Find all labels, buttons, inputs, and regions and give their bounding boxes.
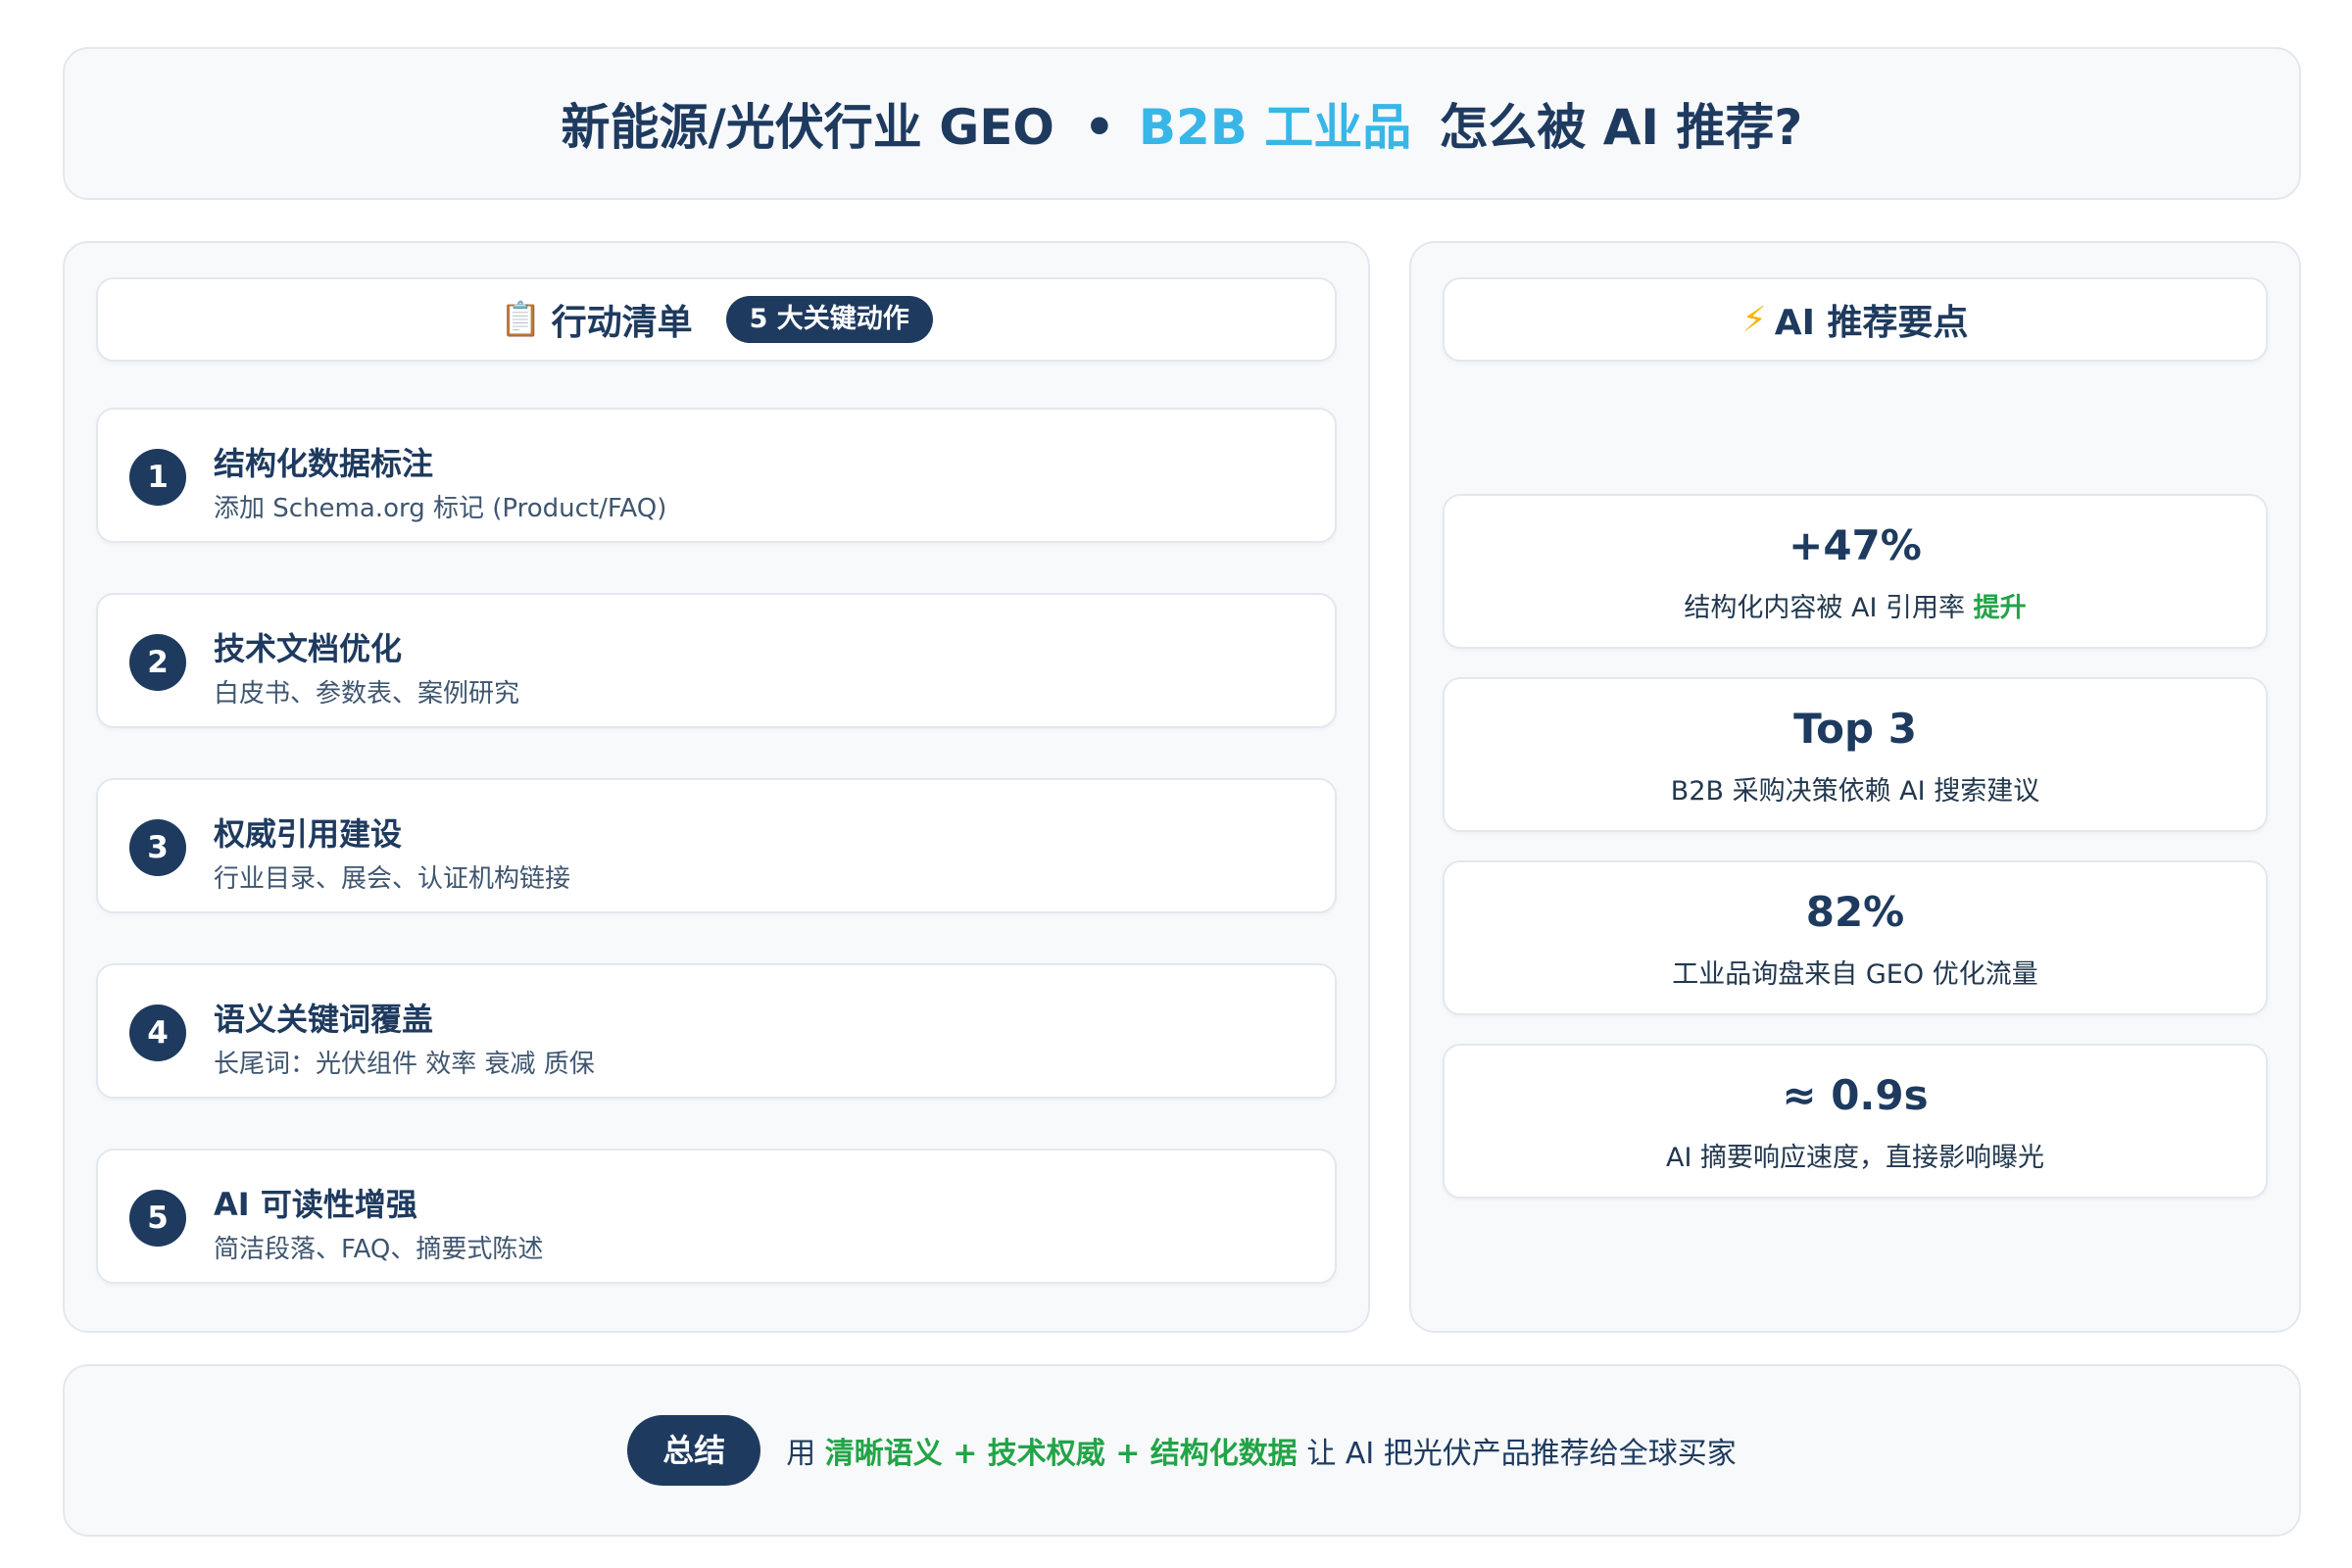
item-title: 权威引用建设 bbox=[214, 815, 403, 853]
checklist-title: 行动清单 bbox=[551, 303, 693, 343]
checklist-item: 3 权威引用建设 行业目录、展会、认证机构链接 bbox=[96, 778, 1337, 913]
step-number: 4 bbox=[129, 1004, 186, 1061]
summary-banner: 总结 用 清晰语义 + 技术权威 + 结构化数据 让 AI 把光伏产品推荐给全球… bbox=[63, 1364, 2301, 1537]
summary-label: 总结 bbox=[627, 1415, 761, 1486]
checklist-item: 5 AI 可读性增强 简洁段落、FAQ、摘要式陈述 bbox=[96, 1149, 1337, 1284]
item-title: AI 可读性增强 bbox=[214, 1186, 417, 1223]
stat-card: Top 3 B2B 采购决策依赖 AI 搜索建议 bbox=[1443, 677, 2268, 832]
stat-value: +47% bbox=[1788, 521, 1922, 569]
stat-card: 82% 工业品询盘来自 GEO 优化流量 bbox=[1443, 860, 2268, 1015]
step-number: 3 bbox=[129, 819, 186, 876]
checklist-item: 1 结构化数据标注 添加 Schema.org 标记 (Product/FAQ) bbox=[96, 408, 1337, 543]
item-desc: 简洁段落、FAQ、摘要式陈述 bbox=[214, 1235, 544, 1264]
item-desc: 添加 Schema.org 标记 (Product/FAQ) bbox=[214, 494, 667, 523]
stat-desc: B2B 采购决策依赖 AI 搜索建议 bbox=[1670, 776, 2040, 807]
stat-value: 82% bbox=[1805, 888, 1905, 936]
summary-suffix: 让 AI 把光伏产品推荐给全球买家 bbox=[1306, 1437, 1737, 1471]
item-title: 语义关键词覆盖 bbox=[214, 1001, 434, 1038]
stat-card: ≈ 0.9s AI 摘要响应速度，直接影响曝光 bbox=[1443, 1044, 2268, 1199]
stat-value: Top 3 bbox=[1793, 705, 1917, 753]
stat-desc: 工业品询盘来自 GEO 优化流量 bbox=[1672, 959, 2038, 990]
title-part2: 怎么被 AI 推荐? bbox=[1439, 99, 1803, 156]
title-part1: 新能源/光伏行业 GEO bbox=[561, 99, 1054, 156]
checklist-badge: 5 大关键动作 bbox=[725, 296, 933, 343]
step-number: 5 bbox=[129, 1190, 186, 1247]
stat-desc: AI 摘要响应速度，直接影响曝光 bbox=[1665, 1143, 2044, 1173]
item-desc: 白皮书、参数表、案例研究 bbox=[214, 679, 520, 709]
checklist-item: 2 技术文档优化 白皮书、参数表、案例研究 bbox=[96, 593, 1337, 728]
title-accent: B2B 工业品 bbox=[1138, 99, 1412, 156]
stat-desc-highlight: 提升 bbox=[1973, 593, 2027, 623]
highlights-title: AI 推荐要点 bbox=[1774, 303, 1969, 343]
highlights-header: ⚡ AI 推荐要点 bbox=[1443, 277, 2268, 362]
page-title: 新能源/光伏行业 GEO • B2B 工业品 怎么被 AI 推荐? bbox=[562, 88, 1803, 159]
item-desc: 长尾词：光伏组件 效率 衰减 质保 bbox=[214, 1050, 595, 1079]
summary-prefix: 用 bbox=[786, 1437, 816, 1471]
stat-card: +47% 结构化内容被 AI 引用率 提升 bbox=[1443, 494, 2268, 649]
item-title: 结构化数据标注 bbox=[214, 445, 434, 482]
lightning-icon: ⚡ bbox=[1741, 299, 1767, 340]
item-title: 技术文档优化 bbox=[214, 630, 403, 667]
header-banner: 新能源/光伏行业 GEO • B2B 工业品 怎么被 AI 推荐? bbox=[63, 47, 2301, 200]
summary-text: 用 清晰语义 + 技术权威 + 结构化数据 让 AI 把光伏产品推荐给全球买家 bbox=[786, 1429, 1737, 1472]
checklist-header: 📋 行动清单 5 大关键动作 bbox=[96, 277, 1337, 362]
stat-desc-text: 结构化内容被 AI 引用率 bbox=[1684, 593, 1965, 623]
summary-highlight: 清晰语义 + 技术权威 + 结构化数据 bbox=[824, 1437, 1298, 1471]
title-separator: • bbox=[1083, 99, 1115, 156]
step-number: 1 bbox=[129, 449, 186, 506]
clipboard-icon: 📋 bbox=[500, 300, 542, 339]
stat-value: ≈ 0.9s bbox=[1782, 1071, 1929, 1119]
stat-desc: 结构化内容被 AI 引用率 提升 bbox=[1445, 586, 2266, 624]
checklist-item: 4 语义关键词覆盖 长尾词：光伏组件 效率 衰减 质保 bbox=[96, 963, 1337, 1099]
step-number: 2 bbox=[129, 634, 186, 691]
item-desc: 行业目录、展会、认证机构链接 bbox=[214, 864, 571, 894]
